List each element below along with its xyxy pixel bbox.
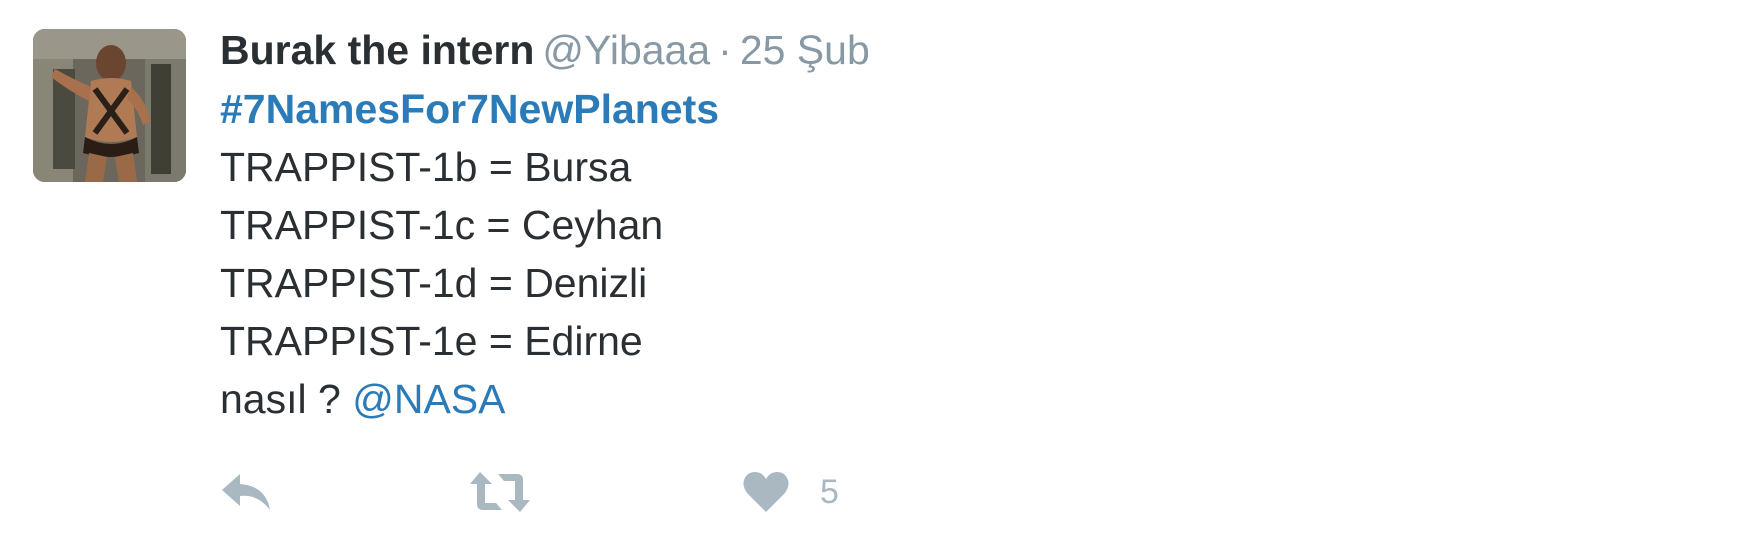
tweet-header: Burak the intern @Yibaaa · 25 Şub (220, 22, 870, 78)
tweet: Burak the intern @Yibaaa · 25 Şub #7NamesFo… (0, 0, 1758, 555)
hashtag-link[interactable]: #7NamesFor7NewPlanets (220, 86, 719, 132)
author-username[interactable]: @Yibaaa (542, 27, 710, 73)
tweet-line: TRAPPIST-1d = Denizli (220, 260, 648, 306)
reply-button[interactable] (220, 462, 272, 522)
tweet-line: TRAPPIST-1b = Bursa (220, 144, 632, 190)
author-fullname[interactable]: Burak the intern (220, 27, 534, 73)
avatar-image (33, 29, 186, 182)
tweet-timestamp[interactable]: 25 Şub (740, 27, 870, 73)
avatar[interactable] (33, 29, 186, 182)
tweet-text: #7NamesFor7NewPlanets TRAPPIST-1b = Burs… (220, 80, 719, 428)
heart-icon (743, 472, 789, 512)
tweet-line: TRAPPIST-1e = Edirne (220, 318, 643, 364)
header-separator: · (718, 27, 732, 73)
like-button[interactable]: 5 (742, 462, 839, 522)
tweet-line: TRAPPIST-1c = Ceyhan (220, 202, 664, 248)
retweet-icon (470, 472, 530, 512)
mention-link[interactable]: @NASA (352, 376, 505, 422)
reply-icon (222, 474, 270, 510)
retweet-button[interactable] (468, 462, 532, 522)
tweet-line-prefix: nasıl ? (220, 376, 341, 422)
like-count: 5 (820, 472, 839, 511)
